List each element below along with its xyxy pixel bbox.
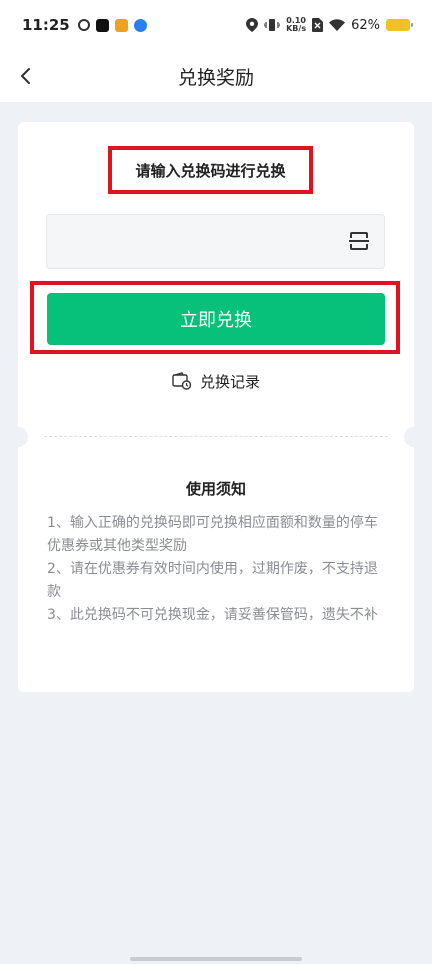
scan-icon <box>349 232 369 250</box>
status-time: 11:25 <box>22 16 70 34</box>
page-title: 兑换奖励 <box>177 66 254 89</box>
notification-app-icon <box>77 19 90 31</box>
notice-item: 2、请在优惠券有效时间内使用，过期作废，不支持退款 <box>47 561 378 600</box>
scan-button[interactable] <box>348 230 370 252</box>
no-sim-icon <box>312 18 324 32</box>
notice-item: 3、此兑换码不可兑换现金，请妥善保管码，遗失不补 <box>47 607 378 623</box>
status-left: 11:25 <box>22 16 147 34</box>
code-input[interactable] <box>57 215 337 268</box>
redeem-card: 请输入兑换码进行兑换 立即兑换 兑换记录 使用须知 1、输入正确的兑换码即可兑换… <box>8 122 424 692</box>
wallet-clock-icon <box>172 372 192 390</box>
nav-bar: 兑换奖励 <box>0 50 432 102</box>
notice-item: 1、输入正确的兑换码即可兑换相应面额和数量的停车优惠券或其他类型奖励 <box>47 515 378 554</box>
status-bar: 11:25 0.10 KB/s 62% <box>0 0 432 50</box>
redeem-history-link[interactable]: 兑换记录 <box>18 368 414 394</box>
status-right: 0.10 KB/s 62% <box>246 17 413 33</box>
redeem-history-label: 兑换记录 <box>199 372 260 391</box>
battery-percent: 62% <box>351 17 380 33</box>
dashed-divider <box>44 436 388 437</box>
network-speed: 0.10 KB/s <box>286 17 306 33</box>
location-icon <box>246 18 259 32</box>
code-input-field <box>46 214 385 269</box>
back-button[interactable] <box>12 62 40 90</box>
notice-title: 使用须知 <box>185 480 246 498</box>
ticket-notch-left <box>8 427 28 447</box>
network-speed-unit: KB/s <box>286 24 307 33</box>
notification-app-icon <box>114 18 128 32</box>
vibrate-icon <box>264 18 281 32</box>
tiktok-icon <box>95 18 109 32</box>
wifi-icon <box>329 19 346 31</box>
ticket-notch-right <box>404 427 424 447</box>
notice-list: 1、输入正确的兑换码即可兑换相应面额和数量的停车优惠券或其他类型奖励 2、请在优… <box>47 512 387 627</box>
battery-icon <box>386 19 413 31</box>
home-indicator[interactable] <box>130 957 302 961</box>
redeem-prompt: 请输入兑换码进行兑换 <box>135 161 286 180</box>
notification-app-icon <box>133 18 147 32</box>
prompt-highlight: 请输入兑换码进行兑换 <box>108 146 313 194</box>
chevron-left-icon <box>21 68 30 84</box>
redeem-now-button[interactable]: 立即兑换 <box>47 293 385 345</box>
